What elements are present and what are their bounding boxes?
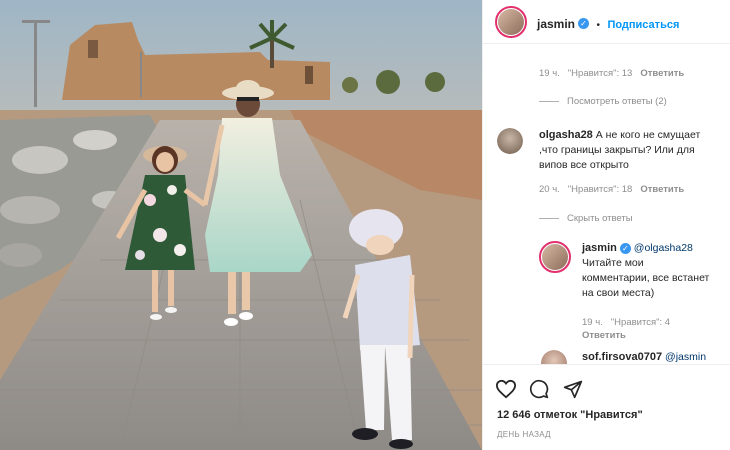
reply-mention-link[interactable]: @olgasha28 [634, 242, 693, 254]
reply-username[interactable]: jasmin [582, 242, 617, 254]
reply-button[interactable]: Ответить [640, 184, 684, 195]
reply-likes[interactable]: "Нравится": 4 [611, 317, 670, 328]
comment-meta: 19 ч. "Нравится": 13 Ответить [539, 68, 692, 79]
comments-list[interactable]: ... 19 ч. "Нравится": 13 Ответить Посмотре… [483, 44, 730, 364]
commenter-avatar[interactable] [497, 128, 523, 154]
reply-button[interactable]: Ответить [640, 68, 684, 79]
verified-badge-icon: ✓ [619, 242, 631, 254]
reply-body: sof.firsova0707 @jasmin [582, 350, 722, 364]
reply-meta: 19 ч. "Нравится": 4 Ответить [582, 316, 712, 342]
author-username[interactable]: jasmin [537, 17, 575, 31]
follow-button[interactable]: Подписаться [607, 19, 679, 31]
comment-bubble-icon[interactable] [529, 379, 549, 399]
post-photo[interactable] [0, 0, 482, 450]
reply-body: jasmin ✓ @olgasha28 Читайте мои комментар… [582, 241, 714, 301]
reply-text: Читайте мои комментарии, все встанет на … [582, 257, 710, 299]
commenter-username[interactable]: olgasha28 [539, 129, 593, 141]
view-replies-button[interactable]: Посмотреть ответы (2) [539, 96, 675, 107]
post-image [0, 0, 482, 450]
verified-badge-icon: ✓ [578, 18, 590, 30]
share-paper-plane-icon[interactable] [563, 379, 583, 399]
like-heart-icon[interactable] [495, 379, 517, 399]
comment-body: olgasha28 А не кого не смущает ,что гран… [539, 128, 719, 173]
reply-username[interactable]: sof.firsova0707 [582, 351, 662, 363]
comment-time: 19 ч. [539, 68, 560, 79]
reply-author-avatar[interactable] [539, 241, 571, 273]
comment-likes[interactable]: "Нравится": 18 [568, 184, 633, 195]
thread-line [539, 100, 559, 102]
likes-count[interactable]: 12 646 отметок "Нравится" [497, 409, 643, 421]
thread-line [539, 217, 559, 219]
post-side-panel: jasmin✓ • Подписаться ... 19 ч."Нравится… [482, 0, 730, 450]
reply-button[interactable]: Ответить [582, 330, 626, 341]
comment-time: 20 ч. [539, 184, 560, 195]
post-actions-bar: 12 646 отметок "Нравится" ДЕНЬ НАЗАД [483, 364, 730, 450]
header-separator: • [596, 20, 600, 31]
author-avatar[interactable] [495, 6, 527, 38]
reply-mention-link[interactable]: @jasmin [665, 351, 706, 363]
post-header: jasmin ✓ • Подписаться [483, 0, 730, 44]
comment-text-partial: ... [539, 44, 709, 49]
reply-author-avatar[interactable] [541, 350, 567, 364]
reply-time: 19 ч. [582, 317, 603, 328]
hide-replies-button[interactable]: Скрыть ответы [539, 213, 641, 224]
post-date[interactable]: ДЕНЬ НАЗАД [497, 430, 551, 439]
comment-likes[interactable]: "Нравится": 13 [568, 68, 633, 79]
comment-meta: 20 ч. "Нравится": 18 Ответить [539, 184, 692, 195]
